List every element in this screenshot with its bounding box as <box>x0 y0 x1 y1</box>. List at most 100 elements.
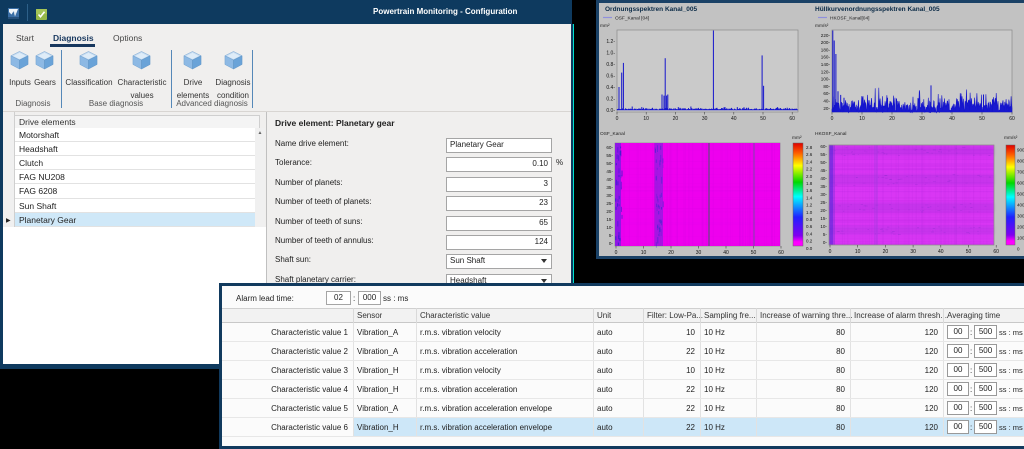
svg-text:20: 20 <box>668 250 674 256</box>
svg-text:60-: 60- <box>606 145 613 150</box>
svg-text:mm²: mm² <box>600 23 610 29</box>
svg-text:45-: 45- <box>820 168 827 173</box>
svg-text:80-: 80- <box>823 84 830 89</box>
svg-text:40: 40 <box>949 116 955 122</box>
svg-text:0.6: 0.6 <box>806 224 813 229</box>
svg-text:mm/s²: mm/s² <box>1004 135 1018 141</box>
svg-text:60-: 60- <box>820 144 827 149</box>
svg-text:0.8: 0.8 <box>806 217 813 222</box>
svg-text:50: 50 <box>979 116 985 122</box>
svg-text:30: 30 <box>696 250 702 256</box>
svg-text:1.2: 1.2 <box>806 203 813 208</box>
svg-text:60: 60 <box>1009 116 1015 122</box>
svg-text:60: 60 <box>789 116 795 122</box>
svg-text:1.0: 1.0 <box>806 210 813 215</box>
svg-text:180-: 180- <box>821 47 831 52</box>
svg-text:160-: 160- <box>821 55 831 60</box>
svg-text:60: 60 <box>993 249 999 255</box>
svg-text:1.6: 1.6 <box>806 188 813 193</box>
svg-text:0.2: 0.2 <box>806 239 813 244</box>
svg-text:700: 700 <box>1017 170 1024 175</box>
svg-text:60-: 60- <box>823 91 830 96</box>
svg-text:120-: 120- <box>821 69 831 74</box>
svg-text:10: 10 <box>641 250 647 256</box>
svg-text:20-: 20- <box>820 208 827 213</box>
svg-text:2.6: 2.6 <box>806 152 813 157</box>
svg-text:10-: 10- <box>820 224 827 229</box>
svg-text:0: 0 <box>829 249 832 255</box>
svg-text:2.4: 2.4 <box>806 159 813 164</box>
svg-text:50: 50 <box>751 250 757 256</box>
svg-text:20: 20 <box>883 249 889 255</box>
svg-text:50-: 50- <box>820 160 827 165</box>
svg-text:40: 40 <box>938 249 944 255</box>
svg-text:5-: 5- <box>823 232 828 237</box>
svg-text:25-: 25- <box>606 201 613 206</box>
svg-text:50-: 50- <box>606 161 613 166</box>
svg-text:15-: 15- <box>606 217 613 222</box>
svg-text:400: 400 <box>1017 203 1024 208</box>
svg-text:100: 100 <box>1017 236 1024 241</box>
svg-text:40-: 40- <box>820 176 827 181</box>
svg-text:0.6-: 0.6- <box>606 73 615 79</box>
svg-text:2.2: 2.2 <box>806 167 813 172</box>
svg-text:1.2-: 1.2- <box>606 39 615 45</box>
svg-text:10: 10 <box>643 116 649 122</box>
svg-text:600: 600 <box>1017 181 1024 186</box>
svg-text:30-: 30- <box>606 193 613 198</box>
svg-text:40: 40 <box>723 250 729 256</box>
svg-text:200: 200 <box>1017 225 1024 230</box>
svg-text:0.2-: 0.2- <box>606 96 615 102</box>
svg-text:200-: 200- <box>821 40 831 45</box>
svg-text:5-: 5- <box>609 233 614 238</box>
svg-text:20: 20 <box>889 116 895 122</box>
svg-text:mm/s²: mm/s² <box>815 23 829 29</box>
svg-text:OSF_Kanal: OSF_Kanal <box>600 131 625 137</box>
svg-text:HKOSF_Kanal: HKOSF_Kanal <box>815 131 846 137</box>
svg-text:1.0-: 1.0- <box>606 50 615 56</box>
svg-text:mm²: mm² <box>792 135 802 141</box>
svg-text:OSF_Kanal [04]: OSF_Kanal [04] <box>615 16 649 22</box>
svg-text:800: 800 <box>1017 159 1024 164</box>
svg-text:0.4: 0.4 <box>806 231 813 236</box>
svg-text:50: 50 <box>760 116 766 122</box>
svg-text:40-: 40- <box>606 177 613 182</box>
svg-text:220-: 220- <box>821 33 831 38</box>
svg-text:0-: 0- <box>609 241 614 246</box>
svg-text:20: 20 <box>673 116 679 122</box>
svg-text:15-: 15- <box>820 216 827 221</box>
svg-text:20-: 20- <box>823 106 830 111</box>
svg-text:300: 300 <box>1017 214 1024 219</box>
svg-text:0: 0 <box>831 116 834 122</box>
svg-text:55-: 55- <box>606 153 613 158</box>
svg-text:30: 30 <box>910 249 916 255</box>
svg-text:35-: 35- <box>820 184 827 189</box>
svg-text:100-: 100- <box>821 77 831 82</box>
svg-text:1.4: 1.4 <box>806 195 813 200</box>
svg-text:0.8-: 0.8- <box>606 62 615 68</box>
svg-text:0: 0 <box>1017 247 1020 252</box>
svg-text:2.8: 2.8 <box>806 145 813 150</box>
svg-text:10: 10 <box>855 249 861 255</box>
svg-text:HKOSF_Kanal[04]: HKOSF_Kanal[04] <box>830 16 869 22</box>
svg-text:1.8: 1.8 <box>806 181 813 186</box>
svg-text:30-: 30- <box>820 192 827 197</box>
svg-text:10: 10 <box>859 116 865 122</box>
svg-text:2.0: 2.0 <box>806 174 813 179</box>
svg-text:40-: 40- <box>823 99 830 104</box>
svg-text:0.0: 0.0 <box>806 246 813 251</box>
svg-text:Ordnungsspektren Kanal_005: Ordnungsspektren Kanal_005 <box>605 6 697 13</box>
svg-text:140-: 140- <box>821 62 831 67</box>
svg-text:0.0-: 0.0- <box>606 108 615 114</box>
svg-text:30: 30 <box>702 116 708 122</box>
svg-text:0.4-: 0.4- <box>606 85 615 91</box>
svg-text:35-: 35- <box>606 185 613 190</box>
svg-text:55-: 55- <box>820 152 827 157</box>
svg-text:40: 40 <box>731 116 737 122</box>
svg-text:45-: 45- <box>606 169 613 174</box>
svg-text:500: 500 <box>1017 192 1024 197</box>
svg-text:900: 900 <box>1017 148 1024 153</box>
svg-text:20-: 20- <box>606 209 613 214</box>
svg-text:0: 0 <box>616 116 619 122</box>
svg-text:30: 30 <box>919 116 925 122</box>
